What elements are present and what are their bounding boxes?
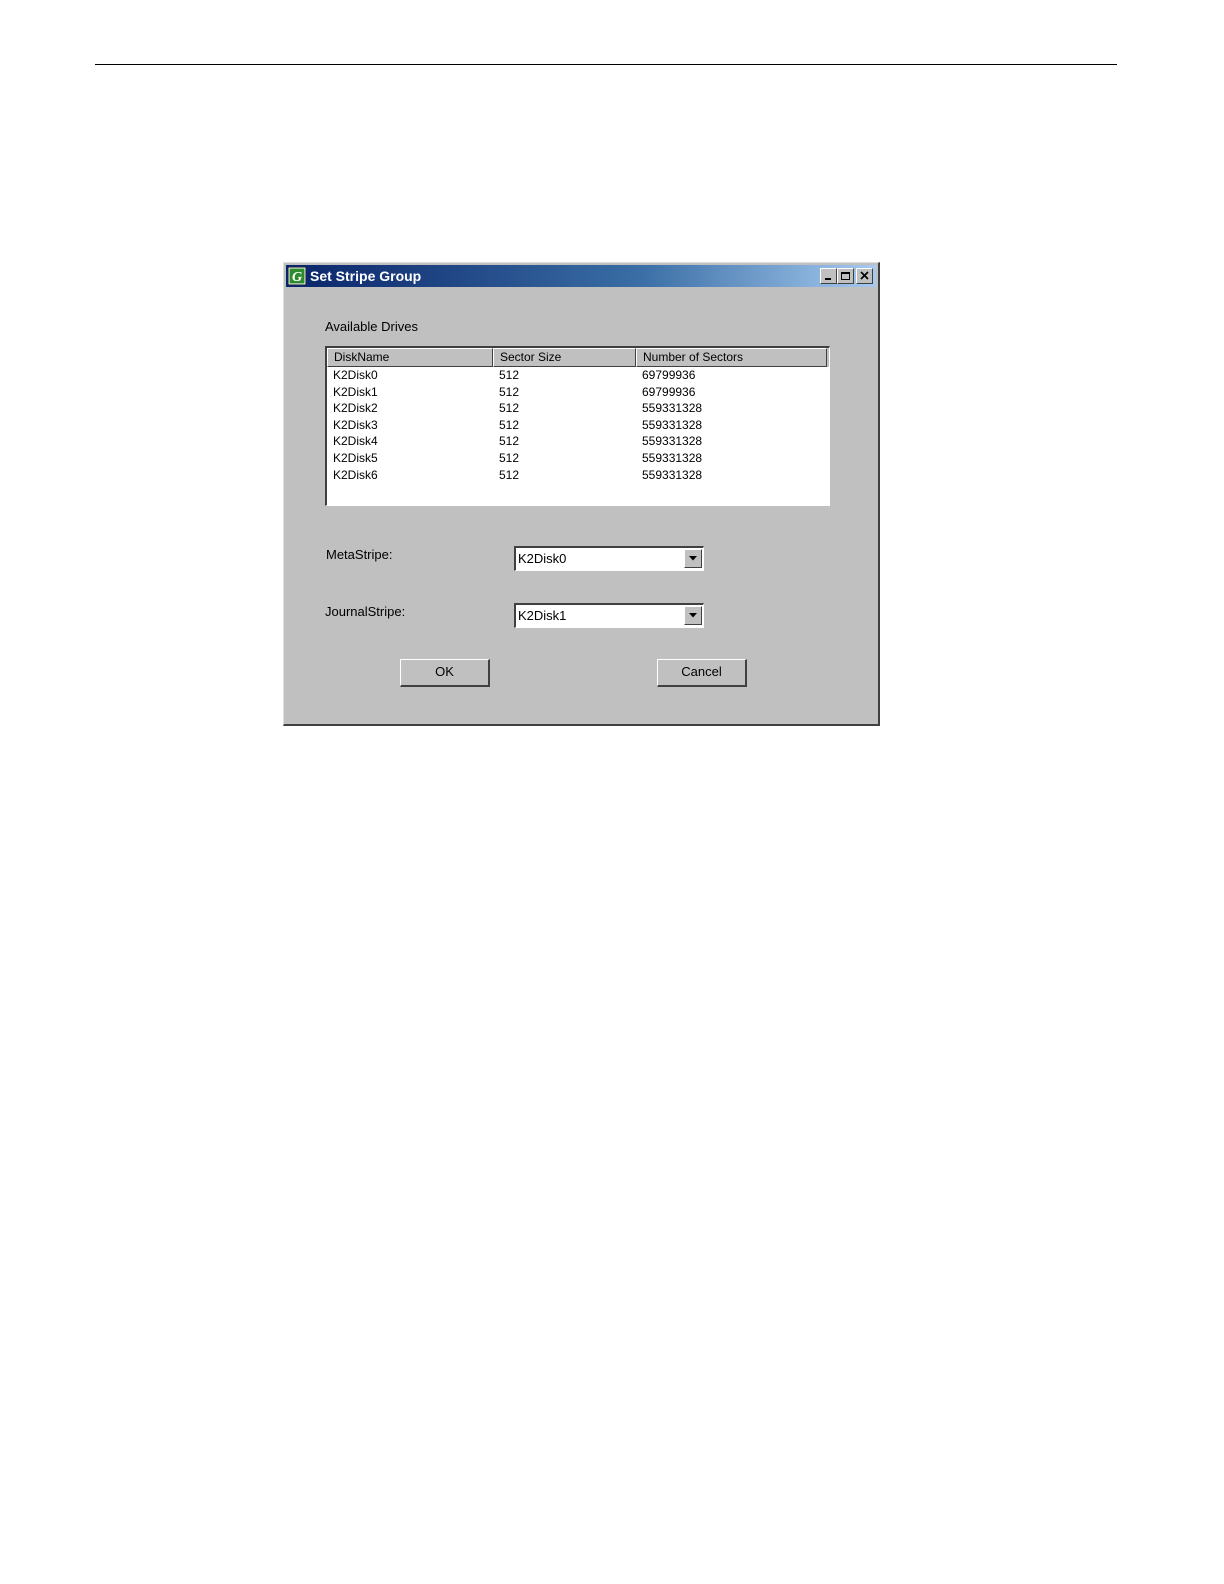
list-item[interactable]: K2Disk2 512 559331328 bbox=[327, 400, 829, 417]
disk-name-cell: K2Disk1 bbox=[333, 384, 378, 399]
journalstripe-value: K2Disk1 bbox=[518, 608, 567, 623]
list-item[interactable]: K2Disk3 512 559331328 bbox=[327, 417, 829, 434]
number-of-sectors-cell: 69799936 bbox=[642, 384, 696, 399]
journalstripe-label: JournalStripe: bbox=[325, 604, 406, 619]
cancel-button[interactable]: Cancel bbox=[657, 659, 747, 687]
close-icon bbox=[860, 271, 869, 280]
list-item[interactable]: K2Disk0 512 69799936 bbox=[327, 367, 829, 384]
column-header-sector-size[interactable]: Sector Size bbox=[493, 348, 636, 367]
list-item[interactable]: K2Disk1 512 69799936 bbox=[327, 384, 829, 401]
available-drives-label: Available Drives bbox=[325, 319, 418, 334]
disk-name-cell: K2Disk2 bbox=[333, 401, 378, 416]
window-controls bbox=[820, 268, 873, 285]
window-title: Set Stripe Group bbox=[310, 268, 422, 284]
ok-button[interactable]: OK bbox=[400, 659, 490, 687]
journalstripe-select[interactable]: K2Disk1 bbox=[514, 603, 704, 628]
chevron-down-icon bbox=[689, 613, 697, 618]
sector-size-cell: 512 bbox=[499, 401, 520, 416]
list-item[interactable]: K2Disk4 512 559331328 bbox=[327, 433, 829, 450]
disk-name-cell: K2Disk0 bbox=[333, 368, 378, 382]
maximize-icon bbox=[841, 272, 850, 280]
sector-size-cell: 512 bbox=[499, 368, 520, 382]
disk-name-cell: K2Disk6 bbox=[333, 467, 378, 482]
svg-text:G: G bbox=[292, 270, 302, 285]
metastripe-label: MetaStripe: bbox=[326, 547, 393, 562]
number-of-sectors-cell: 559331328 bbox=[642, 467, 703, 482]
number-of-sectors-cell: 559331328 bbox=[642, 434, 703, 449]
sector-size-cell: 512 bbox=[499, 384, 520, 399]
number-of-sectors-cell: 69799936 bbox=[642, 368, 696, 382]
disk-name-cell: K2Disk3 bbox=[333, 417, 378, 432]
number-of-sectors-cell: 559331328 bbox=[642, 450, 703, 465]
close-button[interactable] bbox=[856, 268, 873, 284]
available-drives-list[interactable]: DiskName Sector Size Number of Sectors K… bbox=[325, 346, 830, 506]
column-header-diskname[interactable]: DiskName bbox=[327, 348, 493, 367]
sector-size-cell: 512 bbox=[499, 417, 520, 432]
metastripe-value: K2Disk0 bbox=[518, 551, 567, 566]
metastripe-dropdown-button[interactable] bbox=[684, 549, 702, 568]
journalstripe-dropdown-button[interactable] bbox=[684, 606, 702, 625]
set-stripe-group-dialog: G Set Stripe Group Available Drives Disk… bbox=[283, 262, 880, 726]
list-item[interactable]: K2Disk5 512 559331328 bbox=[327, 450, 829, 467]
minimize-icon bbox=[825, 278, 831, 280]
number-of-sectors-cell: 559331328 bbox=[642, 401, 703, 416]
chevron-down-icon bbox=[689, 556, 697, 561]
list-item[interactable]: K2Disk6 512 559331328 bbox=[327, 467, 829, 484]
sector-size-cell: 512 bbox=[499, 450, 520, 465]
sector-size-cell: 512 bbox=[499, 467, 520, 482]
maximize-button[interactable] bbox=[837, 268, 854, 284]
list-header: DiskName Sector Size Number of Sectors bbox=[327, 348, 829, 367]
title-bar[interactable]: G Set Stripe Group bbox=[286, 265, 876, 287]
sector-size-cell: 512 bbox=[499, 434, 520, 449]
page-header-rule bbox=[95, 64, 1117, 65]
number-of-sectors-cell: 559331328 bbox=[642, 417, 703, 432]
column-header-number-of-sectors[interactable]: Number of Sectors bbox=[636, 348, 827, 367]
disk-name-cell: K2Disk5 bbox=[333, 450, 378, 465]
grass-valley-logo-icon[interactable]: G bbox=[287, 266, 307, 286]
disk-name-cell: K2Disk4 bbox=[333, 434, 378, 449]
minimize-button[interactable] bbox=[820, 268, 837, 284]
metastripe-select[interactable]: K2Disk0 bbox=[514, 546, 704, 571]
